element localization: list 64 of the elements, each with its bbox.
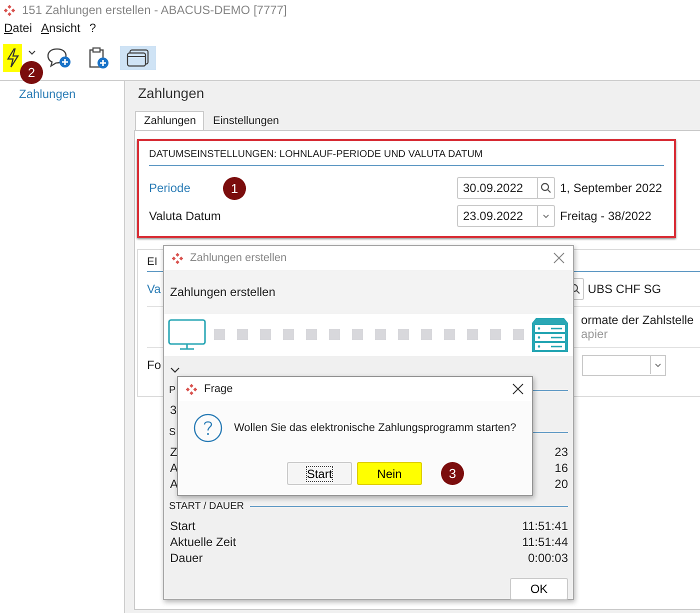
clipboard-add-icon [88,46,110,70]
row-value: 11:51:44 [522,535,568,549]
row-value: 23 [554,445,568,459]
menu-item[interactable]: Datei [4,21,32,35]
no-button[interactable]: Nein [357,462,422,485]
date-field[interactable]: 23.09.2022 [457,205,555,227]
dropdown-button[interactable] [28,49,36,57]
logo-icon [4,4,15,16]
bank-name: UBS CHF SG [588,282,662,296]
row-value: 0:00:03 [528,551,568,565]
add-comment-button[interactable] [46,46,72,70]
lightning-button[interactable] [3,44,22,72]
step-badge: 2 [20,61,43,84]
add-clipboard-button[interactable] [88,46,110,70]
window-button[interactable] [120,46,156,70]
tab[interactable]: Zahlungen [135,111,204,130]
chevron-down-icon[interactable] [170,366,180,374]
dialog-title: Zahlungen erstellen [190,252,287,264]
dropdown-field[interactable] [582,354,666,376]
format-value: apier [581,327,609,341]
step-badge: 1 [223,176,246,200]
section-heading: P [169,384,176,396]
row-value: 20 [554,477,568,491]
dialog-title: Frage [204,383,233,395]
menu-item[interactable]: Ansicht [41,21,80,35]
start-button[interactable]: Start [287,462,352,485]
date-info: Freitag - 38/2022 [559,209,652,223]
date-field[interactable]: 30.09.2022 [457,177,555,199]
window-title: 151 Zahlungen erstellen - ABACUS-DEMO [7777] [22,3,287,17]
row-label: 3 [170,403,177,417]
server-icon [531,317,569,353]
section-heading: DATUMSEINSTELLUNGEN: LOHNLAUF-PERIODE UND VALUTA DATUM [149,149,664,166]
row-label: Dauer [170,551,203,565]
field-label: Valuta Datum [149,209,222,223]
row-label: Start [170,519,196,533]
question-text: Wollen Sie das elektronische Zahlungsprogramm starten? [234,422,516,434]
sidebar-item[interactable]: Zahlungen [0,87,124,101]
row-label: Z [170,445,178,459]
section-heading: START / DAUER [169,500,244,512]
question-icon [193,413,223,443]
field-label: Fo [147,358,162,372]
page-heading: Zahlungen [137,85,206,103]
field-label[interactable]: Periode [149,181,223,195]
dialog-heading: Zahlungen erstellen [164,270,573,314]
ok-button[interactable]: OK [510,578,568,600]
format-label: ormate der Zahlstelle [581,313,694,327]
row-value: 16 [554,461,568,475]
caret-icon [28,50,36,56]
logo-icon [172,252,183,264]
menu-item[interactable]: ? [89,21,96,35]
lightning-icon [6,48,20,68]
step-badge: 3 [441,462,464,485]
section-heading: S [169,426,176,438]
monitor-icon [168,319,206,351]
section-heading: EI [147,256,158,268]
date-info: 1, September 2022 [559,181,664,195]
field-label: Va [147,282,161,296]
windows-icon [126,48,150,68]
tab[interactable]: Einstellungen [204,111,288,130]
row-value: 11:51:41 [522,519,568,533]
logo-icon [186,384,197,394]
comment-add-icon [47,47,71,69]
row-label: Aktuelle Zeit [170,535,236,549]
close-icon[interactable] [512,383,524,395]
